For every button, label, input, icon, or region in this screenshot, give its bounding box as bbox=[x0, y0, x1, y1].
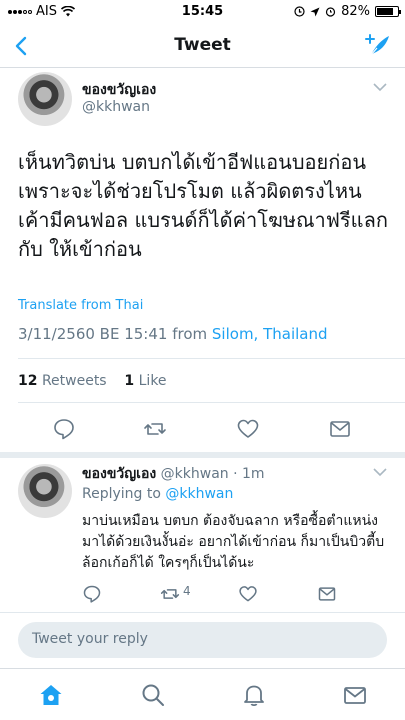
retweets-stat[interactable]: 12 Retweets bbox=[18, 373, 107, 389]
reply-input[interactable]: Tweet your reply bbox=[18, 622, 387, 658]
retweet-icon bbox=[160, 589, 180, 599]
author-avatar[interactable] bbox=[18, 72, 72, 126]
tab-search[interactable] bbox=[140, 682, 166, 708]
tweet-actions bbox=[0, 413, 405, 445]
status-bar: AIS 15:45 82% bbox=[0, 0, 405, 24]
divider bbox=[18, 402, 405, 403]
reply-header: ของขวัญเอง @kkhwan · 1m bbox=[82, 463, 265, 485]
direct-message-button[interactable] bbox=[328, 417, 352, 441]
replying-label: Replying to bbox=[82, 486, 161, 502]
location-link[interactable]: Silom, Thailand bbox=[212, 325, 328, 343]
alarm-icon bbox=[325, 7, 336, 17]
battery-icon bbox=[375, 6, 401, 17]
battery-percent: 82% bbox=[341, 4, 370, 19]
navigation-bar: Tweet bbox=[0, 24, 405, 68]
screen-lock-icon bbox=[294, 6, 305, 17]
likes-count: 1 bbox=[124, 373, 135, 389]
reply-author-avatar[interactable] bbox=[18, 464, 72, 518]
tweet-stats: 12 Retweets 1 Like bbox=[18, 373, 167, 389]
location-icon bbox=[310, 7, 320, 16]
home-icon bbox=[40, 685, 62, 705]
tab-bar bbox=[0, 668, 405, 720]
compose-feather-icon bbox=[365, 34, 389, 56]
reply-button[interactable] bbox=[52, 417, 76, 441]
search-icon bbox=[142, 684, 164, 706]
heart-icon bbox=[237, 419, 259, 438]
tab-messages[interactable] bbox=[342, 682, 368, 708]
envelope-icon bbox=[344, 687, 366, 704]
author-handle[interactable]: @kkhwan bbox=[82, 99, 150, 115]
chevron-down-icon[interactable] bbox=[373, 82, 387, 92]
reply-message-button[interactable] bbox=[317, 584, 337, 604]
divider bbox=[0, 612, 405, 613]
reply-author-name[interactable]: ของขวัญเอง bbox=[82, 466, 156, 482]
bell-icon bbox=[244, 685, 264, 707]
page-title: Tweet bbox=[174, 35, 231, 55]
retweets-label: Retweets bbox=[41, 373, 107, 389]
replying-to: Replying to @kkhwan bbox=[82, 486, 233, 502]
reply-retweet-count: 4 bbox=[183, 584, 191, 598]
like-button[interactable] bbox=[236, 417, 260, 441]
timestamp-text: 3/11/2560 BE 15:41 from bbox=[18, 325, 208, 343]
replying-to-handle[interactable]: @kkhwan bbox=[165, 486, 233, 502]
chevron-down-icon[interactable] bbox=[373, 467, 387, 477]
tweet-timestamp: 3/11/2560 BE 15:41 from Silom, Thailand bbox=[18, 325, 328, 343]
section-divider bbox=[0, 452, 405, 458]
reply-text: มาบ่นเหมือน บตบก ต้องจับฉลาก หรือซื้อตำแ… bbox=[82, 513, 385, 571]
tab-notifications[interactable] bbox=[241, 682, 267, 708]
compose-tweet-button[interactable] bbox=[363, 31, 393, 61]
likes-stat[interactable]: 1 Like bbox=[124, 373, 166, 389]
reply-actions: 4 bbox=[0, 582, 405, 606]
likes-label: Like bbox=[138, 373, 167, 389]
divider bbox=[18, 358, 405, 359]
retweets-count: 12 bbox=[18, 373, 38, 389]
retweet-button[interactable] bbox=[143, 417, 167, 441]
reply-icon bbox=[54, 419, 74, 440]
reply-author-handle[interactable]: @kkhwan bbox=[161, 466, 229, 482]
envelope-icon bbox=[330, 421, 350, 437]
reply-like-button[interactable] bbox=[238, 584, 258, 604]
reply-retweet-button[interactable] bbox=[160, 584, 180, 604]
retweet-icon bbox=[144, 423, 166, 435]
reply-time: · 1m bbox=[233, 466, 265, 482]
heart-icon bbox=[239, 586, 257, 602]
author-name[interactable]: ของขวัญเอง bbox=[82, 79, 156, 101]
tab-home[interactable] bbox=[38, 682, 64, 708]
tweet-text: เห็นทวิตบ่น บตบกได้เข้าอีฟแอนบอยก่อน เพร… bbox=[18, 150, 388, 261]
reply-reply-button[interactable] bbox=[82, 584, 102, 604]
envelope-icon bbox=[318, 587, 336, 601]
reply-icon bbox=[83, 585, 101, 603]
translate-link[interactable]: Translate from Thai bbox=[18, 298, 143, 313]
